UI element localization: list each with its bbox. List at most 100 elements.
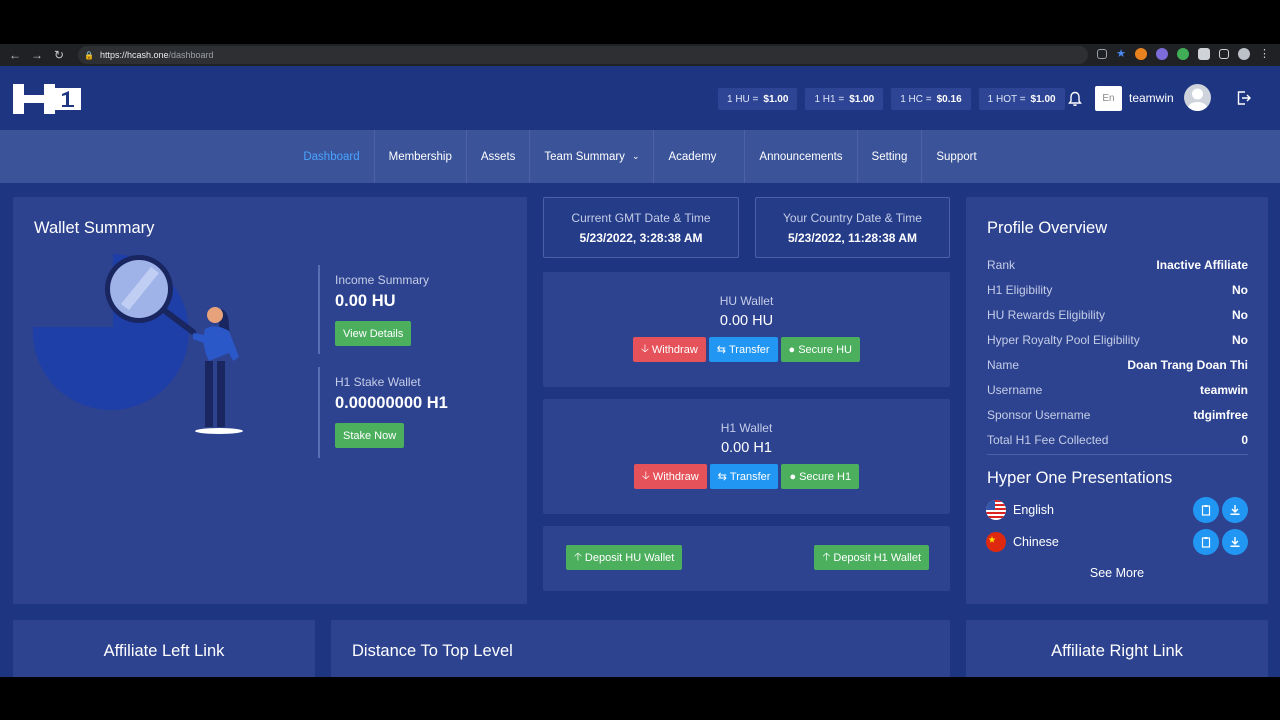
us-flag-icon	[986, 500, 1006, 520]
nav-membership[interactable]: Membership	[375, 130, 467, 183]
nav-assets[interactable]: Assets	[467, 130, 531, 183]
hu-wallet-actions: 🡣 Withdraw ⇆ Transfer ● Secure HU	[543, 337, 950, 362]
header: 1 HU = $1.00 1 H1 = $1.00 1 HC = $0.16 1 HO…	[0, 66, 1280, 130]
profile-value: No	[1232, 282, 1248, 297]
secure-h1-label: Secure H1	[799, 470, 852, 483]
secure-hu-button[interactable]: ● Secure HU	[780, 337, 860, 362]
hu-wallet-card: HU Wallet 0.00 HU 🡣 Withdraw ⇆ Transfer ● S…	[543, 272, 950, 387]
hu-withdraw-label: Withdraw	[651, 343, 698, 356]
rate-hot: 1 HOT = $1.00	[978, 88, 1065, 110]
search-illustration	[33, 254, 243, 434]
local-time-value: 5/23/2022, 11:28:38 AM	[788, 231, 917, 245]
hu-transfer-button[interactable]: ⇆ Transfer	[708, 337, 778, 362]
profile-key: HU Rewards Eligibility	[987, 307, 1106, 322]
logout-icon[interactable]	[1236, 90, 1252, 106]
affiliate-left-link-title: Affiliate Left Link	[103, 642, 225, 660]
username-label[interactable]: teamwin	[1129, 91, 1174, 105]
h1-transfer-button[interactable]: ⇆ Transfer	[709, 464, 779, 489]
metamask-icon[interactable]	[1135, 47, 1147, 60]
income-summary-label: Income Summary	[335, 273, 430, 287]
profile-row: HU Rewards Eligibility No	[987, 302, 1248, 327]
rate-hc-value: $0.16	[936, 93, 962, 105]
rate-h1: 1 H1 = $1.00	[805, 88, 884, 110]
download-button[interactable]	[1222, 529, 1248, 555]
profile-key: Sponsor Username	[987, 407, 1091, 422]
wallet-summary-card: Wallet Summary Income Summary 0.00 HU Vi…	[13, 197, 527, 604]
nav-academy[interactable]: Academy	[654, 130, 746, 183]
page: 1 HU = $1.00 1 H1 = $1.00 1 HC = $0.16 1 HO…	[0, 66, 1280, 677]
income-summary-value: 0.00 HU	[335, 292, 396, 310]
download-button[interactable]	[1222, 497, 1248, 523]
share-icon[interactable]	[1097, 48, 1108, 59]
clipboard-icon	[1201, 537, 1211, 548]
profile-value: tdgimfree	[1193, 407, 1248, 422]
extension-purple-icon[interactable]	[1156, 47, 1168, 60]
profile-row: Hyper Royalty Pool Eligibility No	[987, 327, 1248, 352]
forward-arrow-icon[interactable]: →	[26, 48, 48, 62]
nav-dashboard[interactable]: Dashboard	[289, 130, 375, 183]
income-summary-section: Income Summary 0.00 HU View Details	[318, 265, 429, 354]
sidepanel-icon[interactable]	[1219, 48, 1229, 59]
profile-row: Total H1 Fee Collected 0	[987, 427, 1248, 452]
secure-hu-label: Secure HU	[798, 343, 852, 356]
copy-button[interactable]	[1193, 497, 1219, 523]
profile-row: Sponsor Username tdgimfree	[987, 402, 1248, 427]
rate-hc: 1 HC = $0.16	[891, 88, 971, 110]
hu-transfer-label: Transfer	[728, 343, 770, 356]
h1-withdraw-button[interactable]: 🡣 Withdraw	[633, 464, 707, 489]
gmt-time-label: Current GMT Date & Time	[571, 211, 711, 225]
presentation-language: English	[1013, 503, 1054, 517]
rate-hot-label: 1 HOT =	[987, 93, 1026, 105]
transfer-icon: ⇆	[717, 471, 727, 483]
menu-dots-icon[interactable]: ⋮	[1259, 47, 1270, 60]
distance-top-level-card: Distance To Top Level	[331, 620, 950, 677]
lock-icon: 🔒	[84, 50, 94, 60]
extension-icons: ★ ⋮	[1097, 47, 1270, 60]
h1-wallet-actions: 🡣 Withdraw ⇆ Transfer ● Secure H1	[543, 464, 950, 489]
deposit-h1-button[interactable]: 🡡 Deposit H1 Wallet	[814, 545, 929, 570]
profile-row: H1 Eligibility No	[987, 277, 1248, 302]
hu-wallet-value: 0.00 HU	[719, 313, 774, 329]
secure-h1-button[interactable]: ● Secure H1	[781, 464, 860, 489]
url-path: /dashboard	[168, 50, 214, 60]
hu-withdraw-button[interactable]: 🡣 Withdraw	[633, 337, 706, 362]
nav-announcements[interactable]: Announcements	[745, 130, 858, 183]
h1-wallet-value: 0.00 H1	[721, 440, 772, 456]
presentation-row-chinese: Chinese	[986, 528, 1248, 556]
nav-setting[interactable]: Setting	[858, 130, 923, 183]
profile-icon[interactable]	[1238, 47, 1250, 60]
profile-key: Hyper Royalty Pool Eligibility	[987, 332, 1140, 347]
h1-stake-section: H1 Stake Wallet 0.00000000 H1 Stake Now	[318, 367, 448, 458]
view-details-button[interactable]: View Details	[335, 321, 412, 346]
stake-now-button[interactable]: Stake Now	[335, 423, 405, 448]
profile-key: Username	[987, 382, 1043, 397]
rate-h1-value: $1.00	[849, 93, 875, 105]
profile-value: Inactive Affiliate	[1156, 257, 1248, 272]
see-more-link[interactable]: See More	[966, 566, 1268, 580]
chevron-down-icon: ⌄	[631, 151, 640, 161]
extension-green-icon[interactable]	[1177, 47, 1189, 60]
bell-icon[interactable]	[1067, 91, 1083, 107]
reload-icon[interactable]: ↻	[48, 48, 70, 62]
puzzle-icon[interactable]	[1198, 47, 1210, 60]
nav-support[interactable]: Support	[922, 130, 990, 183]
h1-logo[interactable]	[13, 84, 81, 114]
h1-transfer-label: Transfer	[729, 470, 771, 483]
back-arrow-icon[interactable]: ←	[4, 48, 26, 62]
profile-row: Name Doan Trang Doan Thi	[987, 352, 1248, 377]
distance-top-level-title: Distance To Top Level	[352, 642, 513, 660]
nav-team-summary-label: Team Summary	[544, 150, 625, 163]
affiliate-left-link-card: Affiliate Left Link	[13, 620, 315, 677]
arrow-up-icon: 🡡	[574, 551, 582, 563]
address-bar[interactable]: 🔒 https://hcash.one/dashboard	[78, 46, 1088, 64]
h1-wallet-label: H1 Wallet	[720, 421, 773, 435]
copy-button[interactable]	[1193, 529, 1219, 555]
presentations-title: Hyper One Presentations	[987, 469, 1173, 487]
h1-stake-label: H1 Stake Wallet	[335, 375, 421, 389]
h1-wallet-card: H1 Wallet 0.00 H1 🡣 Withdraw ⇆ Transfer ● S…	[543, 399, 950, 514]
language-selector[interactable]: En	[1095, 86, 1122, 111]
deposit-hu-button[interactable]: 🡡 Deposit HU Wallet	[566, 545, 683, 570]
nav-team-summary[interactable]: Team Summary ⌄	[530, 130, 655, 183]
avatar[interactable]	[1184, 84, 1211, 111]
star-icon[interactable]: ★	[1116, 47, 1126, 60]
